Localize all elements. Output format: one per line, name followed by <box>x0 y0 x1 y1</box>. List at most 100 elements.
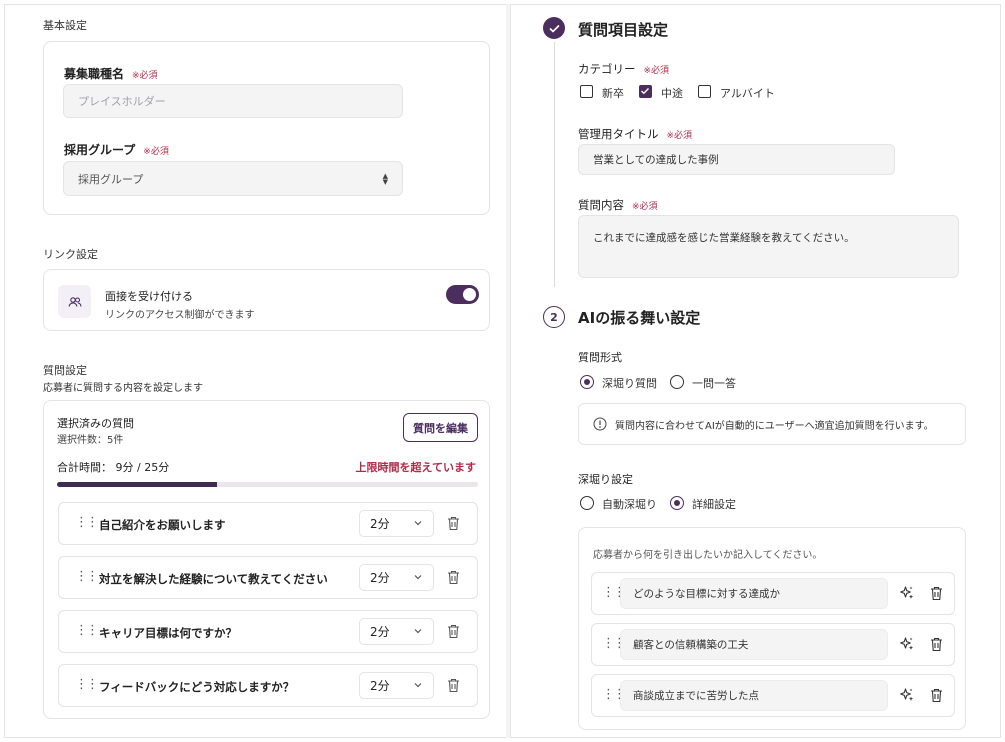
category-checkbox-newgrad[interactable] <box>580 85 593 98</box>
category-label-midcareer: 中途 <box>661 87 683 100</box>
format-label-deep: 深堀り質問 <box>602 377 657 390</box>
question-row[interactable]: ⋮⋮ 対立を解決した経験について教えてください 2分 <box>58 556 478 599</box>
ai-notice-text: 質問内容に合わせてAIが自動的にユーザーへ適宜追加質問を行います。 <box>615 420 934 432</box>
content-textarea[interactable]: これまでに達成感を感じた営業経験を教えてください。 <box>578 215 959 278</box>
category-checkbox-parttime[interactable] <box>698 85 711 98</box>
total-time: 合計時間： 9分 / 25分 <box>57 459 169 475</box>
group-label-text: 採用グループ <box>64 143 136 157</box>
chevron-down-icon <box>413 679 423 693</box>
toggle-knob <box>463 288 476 301</box>
job-name-input[interactable]: プレイスホルダー <box>63 84 403 118</box>
question-row[interactable]: ⋮⋮ キャリア目標は何ですか？ 2分 <box>58 610 478 653</box>
time-progress-fill <box>57 482 217 487</box>
drag-handle-icon[interactable]: ⋮⋮ <box>75 677 99 692</box>
question-text: 自己紹介をお願いします <box>99 518 226 532</box>
duration-value: 2分 <box>370 571 390 585</box>
required-mark: ※必須 <box>632 202 658 212</box>
trash-icon[interactable] <box>930 688 943 707</box>
basic-section-title: 基本設定 <box>43 19 87 32</box>
selected-title: 選択済みの質問 <box>57 417 134 430</box>
question-text: フィードバックにどう対応しますか？ <box>99 680 295 694</box>
drag-handle-icon[interactable]: ⋮⋮ <box>75 515 99 530</box>
format-label-single: 一問一答 <box>692 377 736 390</box>
drag-handle-icon[interactable]: ⋮⋮ <box>75 569 99 584</box>
group-select[interactable]: 採用グループ ▲ ▼ <box>63 161 403 196</box>
question-text: キャリア目標は何ですか？ <box>99 626 237 640</box>
app-root: 基本設定 募集職種名 ※必須 プレイスホルダー 採用グループ ※必須 採用グループ … <box>0 0 1005 742</box>
job-label: 募集職種名 ※必須 <box>64 65 158 82</box>
required-mark: ※必須 <box>666 131 693 141</box>
users-icon <box>58 285 91 318</box>
trash-icon[interactable] <box>447 624 460 643</box>
ai-notice: 質問内容に合わせてAIが自動的にユーザーへ適宜追加質問を行います。 <box>578 403 966 445</box>
sparkle-icon[interactable] <box>899 687 915 707</box>
deep-radio-auto[interactable] <box>580 496 594 510</box>
deep-label-auto: 自動深堀り <box>602 498 657 511</box>
question-row[interactable]: ⋮⋮ 自己紹介をお願いします 2分 <box>58 502 478 545</box>
sparkle-icon[interactable] <box>899 636 915 656</box>
admin-title-label: 管理用タイトル ※必須 <box>578 126 692 142</box>
selected-count: 選択件数：5件 <box>57 435 124 446</box>
select-arrows-icon: ▲ ▼ <box>382 171 388 186</box>
format-label: 質問形式 <box>578 351 622 364</box>
group-select-value: 採用グループ <box>78 172 144 186</box>
deep-item-input[interactable]: 商談成立までに苦労した点 <box>620 680 888 711</box>
category-label-newgrad: 新卒 <box>602 87 624 100</box>
trash-icon[interactable] <box>930 586 943 605</box>
trash-icon[interactable] <box>447 678 460 697</box>
accept-interview-toggle[interactable] <box>446 285 479 304</box>
questions-section-subtitle: 応募者に質問する内容を設定します <box>43 383 203 394</box>
category-label: カテゴリー ※必須 <box>578 61 669 77</box>
deep-item-input[interactable]: どのような目標に対する達成か <box>620 578 888 609</box>
deep-guide-text: 応募者から何を引き出したいか記入してください。 <box>593 550 823 561</box>
step-connector-line <box>554 42 555 287</box>
trash-icon[interactable] <box>447 516 460 535</box>
questions-card: 選択済みの質問 選択件数：5件 質問を編集 合計時間： 9分 / 25分 上限時… <box>43 400 490 719</box>
deep-item-row[interactable]: ⋮⋮ 顧客との信頼構築の工夫 <box>591 623 955 666</box>
total-value: 9分 / 25分 <box>115 461 170 474</box>
admin-title-input[interactable]: 営業としての達成した事例 <box>578 144 895 175</box>
step2-number: 2 <box>543 306 565 328</box>
trash-icon[interactable] <box>930 637 943 656</box>
questions-section-title: 質問設定 <box>43 364 87 377</box>
basic-card: 募集職種名 ※必須 プレイスホルダー 採用グループ ※必須 採用グループ ▲ ▼ <box>43 41 490 215</box>
trash-icon[interactable] <box>447 570 460 589</box>
step1-title: 質問項目設定 <box>578 21 669 39</box>
duration-select[interactable]: 2分 <box>359 564 434 591</box>
duration-value: 2分 <box>370 679 390 693</box>
duration-value: 2分 <box>370 625 390 639</box>
duration-select[interactable]: 2分 <box>359 618 434 645</box>
chevron-down-icon <box>413 571 423 585</box>
format-radio-single[interactable] <box>670 375 684 389</box>
link-title: 面接を受け付ける <box>105 290 193 303</box>
content-label: 質問内容 ※必須 <box>578 197 658 213</box>
question-row[interactable]: ⋮⋮ フィードバックにどう対応しますか？ 2分 <box>58 664 478 707</box>
deep-item-row[interactable]: ⋮⋮ どのような目標に対する達成か <box>591 572 955 615</box>
format-radio-deep[interactable] <box>580 375 594 389</box>
step2-title: AIの振る舞い設定 <box>578 309 701 327</box>
deep-detail-card: 応募者から何を引き出したいか記入してください。 ⋮⋮ どのような目標に対する達成… <box>578 527 966 730</box>
category-checkbox-midcareer[interactable] <box>639 85 652 98</box>
required-mark: ※必須 <box>143 147 169 157</box>
group-label: 採用グループ ※必須 <box>64 141 169 158</box>
deep-item-row[interactable]: ⋮⋮ 商談成立までに苦労した点 <box>591 674 955 717</box>
category-label-text: カテゴリー <box>578 62 636 76</box>
required-mark: ※必須 <box>132 71 158 81</box>
total-label: 合計時間： <box>57 461 112 474</box>
link-subtitle: リンクのアクセス制御ができます <box>105 310 255 321</box>
edit-questions-button[interactable]: 質問を編集 <box>403 413 478 442</box>
job-label-text: 募集職種名 <box>64 67 125 81</box>
duration-select[interactable]: 2分 <box>359 510 434 537</box>
category-label-parttime: アルバイト <box>720 87 775 100</box>
content-label-text: 質問内容 <box>578 198 624 212</box>
deep-label: 深堀り設定 <box>578 473 633 486</box>
link-section-title: リンク設定 <box>43 248 98 261</box>
chevron-down-icon <box>413 517 423 531</box>
deep-item-input[interactable]: 顧客との信頼構築の工夫 <box>620 629 888 660</box>
duration-select[interactable]: 2分 <box>359 672 434 699</box>
duration-value: 2分 <box>370 517 390 531</box>
sparkle-icon[interactable] <box>899 585 915 605</box>
deep-radio-detail[interactable] <box>670 496 684 510</box>
drag-handle-icon[interactable]: ⋮⋮ <box>75 623 99 638</box>
link-card: 面接を受け付ける リンクのアクセス制御ができます <box>43 269 490 331</box>
